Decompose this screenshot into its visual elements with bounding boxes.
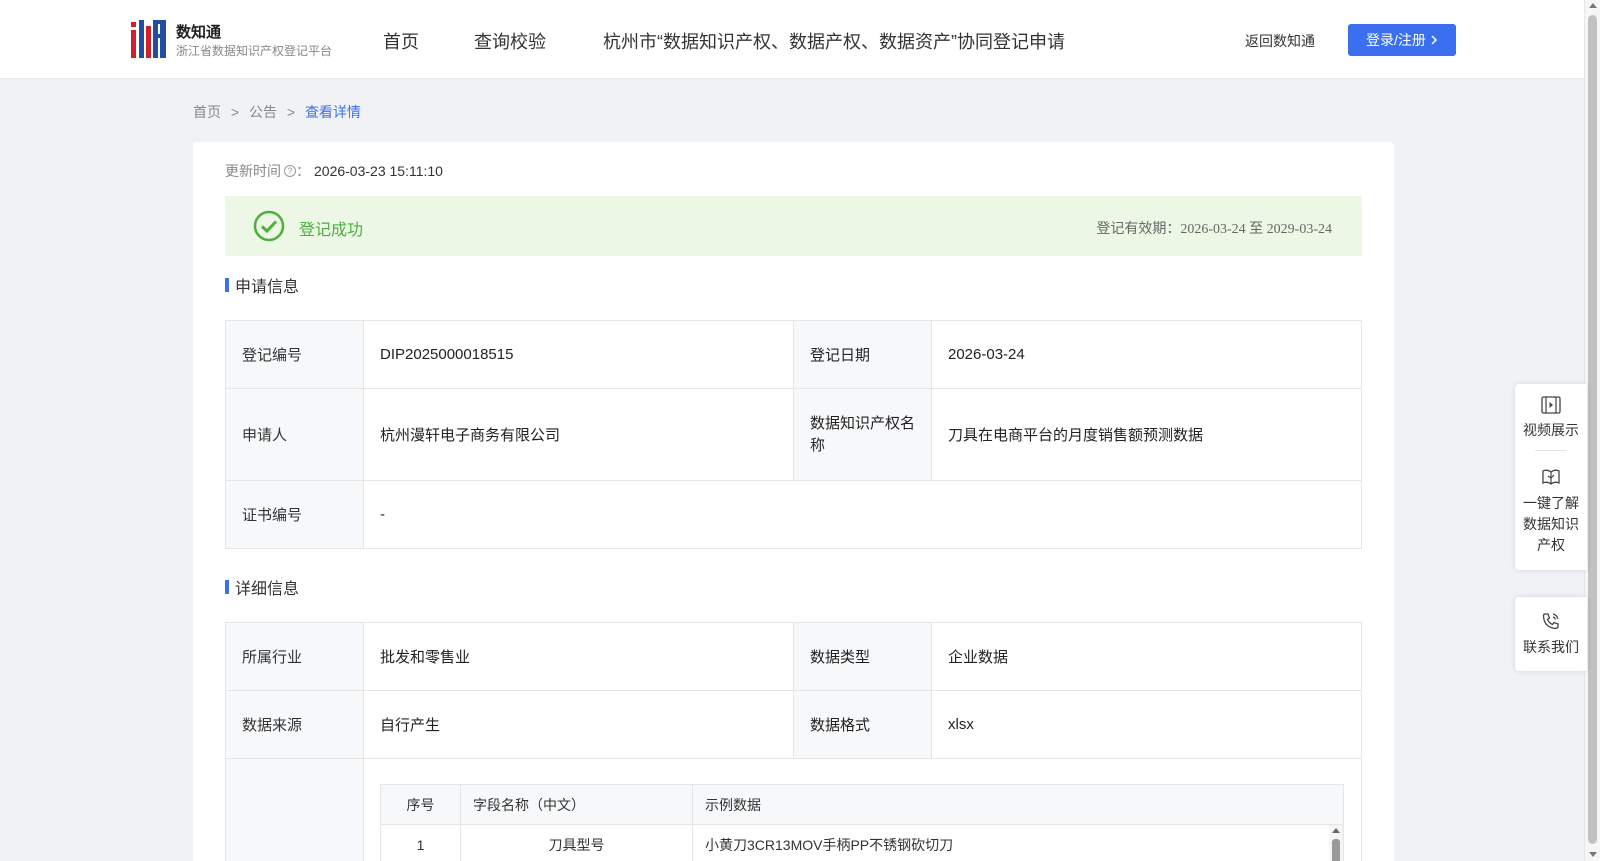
scroll-down-arrow-icon[interactable]	[1589, 852, 1597, 857]
side-panel-main: 视频展示 一键了解数据知识产权	[1515, 384, 1587, 570]
table-row: 登记编号 DIP2025000018515 登记日期 2026-03-24	[225, 320, 1362, 389]
col-header-field-name: 字段名称（中文）	[461, 785, 693, 824]
breadcrumb-separator: >	[230, 104, 240, 120]
scroll-up-arrow-icon[interactable]	[1589, 3, 1597, 8]
data-source-value: 自行产生	[363, 690, 794, 759]
scroll-thumb[interactable]	[1332, 839, 1340, 861]
book-icon	[1542, 469, 1560, 485]
col-header-example: 示例数据	[705, 796, 761, 813]
login-register-label: 登录/注册	[1366, 32, 1426, 48]
reg-date-label: 登记日期	[793, 320, 932, 389]
scroll-thumb[interactable]	[1588, 15, 1597, 844]
industry-value: 批发和零售业	[363, 622, 794, 691]
section-marker	[225, 580, 229, 594]
side-video-button[interactable]: 视频展示	[1515, 384, 1587, 450]
cert-no-value: -	[363, 480, 1362, 549]
logo-title: 数知通	[176, 24, 222, 41]
nav-hangzhou-registration[interactable]: 杭州市“数据知识产权、数据产权、数据资产”协同登记申请	[603, 28, 1065, 54]
table-row: 证书编号 -	[225, 480, 1362, 549]
reg-no-value: DIP2025000018515	[363, 320, 794, 389]
status-text: 登记成功	[299, 222, 364, 239]
table-row: 所属行业 批发和零售业 数据类型 企业数据	[225, 622, 1362, 691]
breadcrumb-home[interactable]: 首页	[193, 104, 221, 120]
applicant-value: 杭州漫轩电子商务有限公司	[363, 388, 794, 481]
section-title-apply: 申请信息	[225, 273, 299, 297]
row-example: 小黄刀3CR13MOV手柄PP不锈钢砍切刀	[705, 837, 954, 853]
logo-subtitle: 浙江省数据知识产权登记平台	[176, 44, 333, 58]
table-row: 1 刀具型号 小黄刀3CR13MOV手柄PP不锈钢砍切刀	[381, 825, 1343, 861]
data-source-label: 数据来源	[225, 690, 364, 759]
section-title-detail: 详细信息	[225, 575, 299, 599]
col-header-no: 序号	[381, 785, 461, 824]
scroll-up-arrow-icon[interactable]	[1332, 828, 1340, 833]
fields-table-scrollbar[interactable]	[1329, 825, 1343, 861]
check-circle-icon	[253, 210, 285, 242]
update-time-colon: ：	[296, 163, 310, 179]
apply-info-table: 登记编号 DIP2025000018515 登记日期 2026-03-24 申请…	[225, 320, 1362, 549]
cert-no-label: 证书编号	[225, 480, 364, 549]
detail-card: 更新时间 ? ： 2026-03-23 15:11:10 登记成功 登记有效期：…	[193, 142, 1394, 861]
breadcrumb-current: 查看详情	[304, 104, 361, 120]
logo-icon[interactable]	[131, 20, 166, 58]
fields-label-cell	[225, 758, 364, 861]
update-time-label: 更新时间	[225, 163, 281, 179]
ip-name-value: 刀具在电商平台的月度销售额预测数据	[931, 388, 1362, 481]
data-type-value: 企业数据	[931, 622, 1362, 691]
side-learn-label: 一键了解数据知识产权	[1523, 495, 1579, 553]
update-time: 更新时间 ? ： 2026-03-23 15:11:10	[225, 161, 443, 181]
status-banner: 登记成功 登记有效期：2026-03-24 至 2029-03-24	[225, 196, 1362, 256]
top-header: 数知通 浙江省数据知识产权登记平台 首页 查询校验 杭州市“数据知识产权、数据产…	[0, 0, 1584, 79]
question-icon[interactable]: ?	[284, 165, 296, 177]
data-format-label: 数据格式	[793, 690, 932, 759]
chevron-right-icon	[1431, 35, 1437, 45]
reg-no-label: 登记编号	[225, 320, 364, 389]
table-row: 数据来源 自行产生 数据格式 xlsx	[225, 690, 1362, 759]
side-contact-button[interactable]: 联系我们	[1515, 597, 1587, 671]
fields-table-header: 序号 字段名称（中文） 示例数据	[381, 785, 1343, 825]
section-title-detail-text: 详细信息	[235, 581, 300, 598]
data-format-value: xlsx	[931, 690, 1362, 759]
side-panel-contact: 联系我们	[1515, 597, 1587, 671]
breadcrumb-notice[interactable]: 公告	[249, 104, 277, 120]
fields-table: 序号 字段名称（中文） 示例数据 1 刀具型号 小黄刀3CR13MOV手柄PP不…	[380, 784, 1344, 861]
validity-period: 登记有效期：2026-03-24 至 2029-03-24	[1096, 222, 1332, 237]
nav-query-verify[interactable]: 查询校验	[474, 28, 546, 54]
section-title-apply-text: 申请信息	[235, 279, 300, 296]
industry-label: 所属行业	[225, 622, 364, 691]
row-field-name: 刀具型号	[461, 825, 693, 861]
back-to-shuzhitong-link[interactable]: 返回数知通	[1245, 31, 1315, 51]
side-learn-button[interactable]: 一键了解数据知识产权	[1515, 451, 1587, 570]
login-register-button[interactable]: 登录/注册	[1348, 24, 1456, 56]
side-video-label: 视频展示	[1523, 422, 1579, 438]
reg-date-value: 2026-03-24	[931, 320, 1362, 389]
side-contact-label: 联系我们	[1523, 639, 1579, 655]
table-row: 申请人 杭州漫轩电子商务有限公司 数据知识产权名称 刀具在电商平台的月度销售额预…	[225, 388, 1362, 481]
update-time-value: 2026-03-23 15:11:10	[314, 163, 443, 179]
applicant-label: 申请人	[225, 388, 364, 481]
video-icon	[1541, 396, 1561, 414]
nav-home[interactable]: 首页	[383, 28, 419, 54]
breadcrumb: 首页 > 公告 > 查看详情	[193, 102, 367, 122]
section-marker	[225, 278, 229, 292]
data-type-label: 数据类型	[793, 622, 932, 691]
row-no: 1	[381, 825, 461, 861]
ip-name-label: 数据知识产权名称	[793, 388, 932, 481]
phone-icon	[1542, 613, 1559, 630]
breadcrumb-separator: >	[286, 104, 296, 120]
